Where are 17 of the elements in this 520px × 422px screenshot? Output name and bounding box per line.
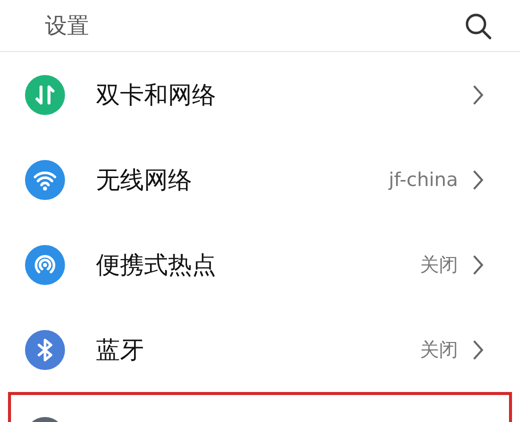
chevron-icon[interactable] [472, 84, 484, 106]
setting-label[interactable]: 便携式热点 [96, 248, 420, 280]
setting-value: jf-china [388, 168, 458, 190]
page-title: 设置 [45, 12, 89, 40]
setting-value: 关闭 [420, 338, 458, 362]
setting-label[interactable]: 蓝牙 [96, 334, 420, 366]
wifi-icon [25, 160, 65, 200]
chevron-icon[interactable] [472, 338, 484, 360]
bluetooth-icon [25, 330, 65, 370]
setting-label[interactable]: 双卡和网络 [96, 78, 472, 110]
hotspot-icon [25, 244, 65, 284]
setting-value: 关闭 [420, 252, 458, 278]
setting-label[interactable]: 无线网络 [96, 164, 389, 196]
arrows-icon [25, 74, 65, 114]
chevron-icon[interactable] [472, 168, 484, 190]
search-icon[interactable] [464, 12, 492, 40]
chevron-icon[interactable] [472, 254, 484, 276]
